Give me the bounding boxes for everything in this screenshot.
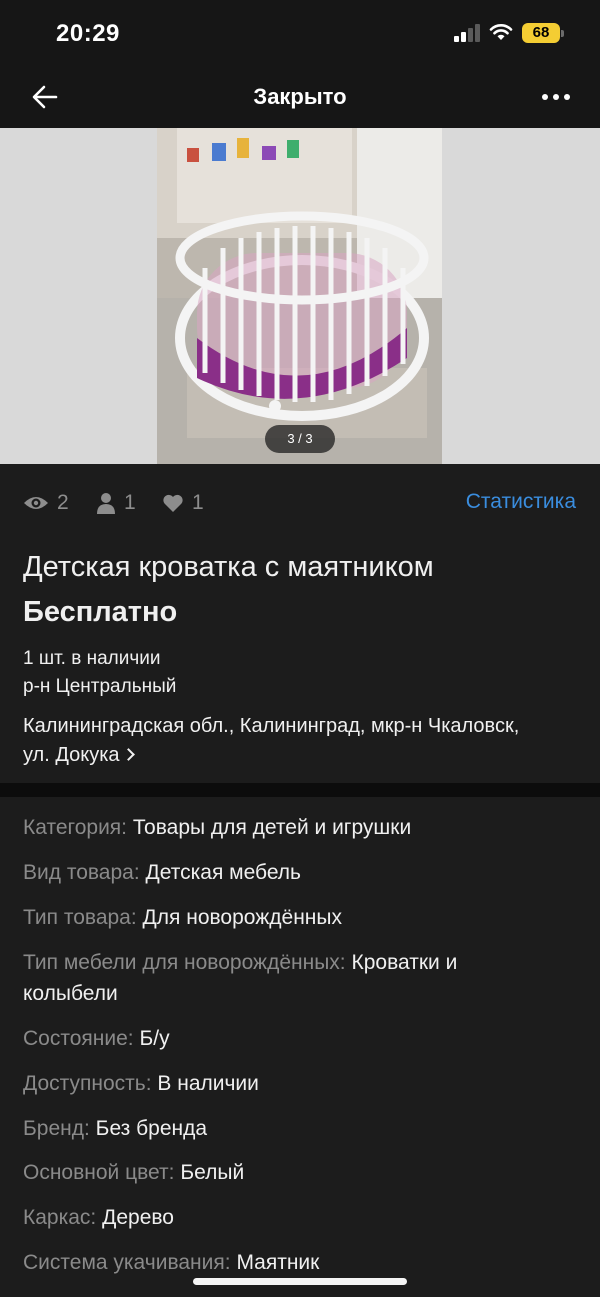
status-bar: 20:29 68	[0, 0, 600, 66]
spec-key: Тип товара:	[23, 906, 137, 929]
spec-value: Б/у	[139, 1027, 170, 1050]
spec-row-brand: Бренд: Без бренда	[23, 1113, 543, 1144]
spec-value: Дерево	[102, 1206, 174, 1229]
listing-info: Детская кроватка с маятником Бесплатно 1…	[0, 540, 600, 783]
listing-district: р-н Центральный	[23, 676, 177, 697]
favorites-stat: 1	[162, 491, 204, 515]
spec-value: Товары для детей и игрушки	[132, 816, 412, 839]
spec-row-category: Категория: Товары для детей и игрушки	[23, 812, 543, 843]
contacts-count: 1	[124, 491, 136, 514]
chevron-right-icon	[121, 748, 135, 761]
home-indicator	[193, 1278, 407, 1285]
person-icon	[97, 493, 115, 514]
spec-row-availability: Доступность: В наличии	[23, 1068, 543, 1099]
cellular-signal-icon	[454, 24, 484, 42]
spec-row-color: Основной цвет: Белый	[23, 1157, 543, 1188]
spec-key: Каркас:	[23, 1206, 97, 1229]
spec-row-furniture-type: Тип мебели для новорождённых: Кроватки и…	[23, 947, 543, 1009]
contacts-stat: 1	[96, 491, 136, 515]
spec-row-frame: Каркас: Дерево	[23, 1202, 543, 1233]
eye-icon	[24, 497, 48, 509]
spec-value: Маятник	[236, 1251, 320, 1274]
spec-value: В наличии	[157, 1072, 259, 1095]
spec-row-rocking-system: Система укачивания: Маятник	[23, 1247, 543, 1278]
page-title: Закрыто	[253, 84, 347, 109]
wifi-icon	[489, 24, 513, 40]
listing-quantity: 1 шт. в наличии	[23, 648, 161, 669]
spec-row-kind: Вид товара: Детская мебель	[23, 857, 543, 888]
section-divider	[0, 783, 600, 797]
spec-row-condition: Состояние: Б/у	[23, 1023, 543, 1054]
listing-address-link[interactable]: Калининградская обл., Калининград, мкр-н…	[23, 712, 543, 770]
heart-icon	[163, 494, 183, 512]
spec-key: Доступность:	[23, 1072, 152, 1095]
status-time: 20:29	[56, 20, 120, 47]
nav-bar: Закрыто	[0, 66, 600, 128]
listing-title: Детская кроватка с маятником	[23, 551, 434, 583]
spec-value: Без бренда	[95, 1117, 208, 1140]
spec-key: Категория:	[23, 816, 128, 839]
stats-row: 2 1 1 Статистика	[0, 464, 600, 540]
spec-value: Белый	[180, 1161, 245, 1184]
battery-icon: 68	[522, 23, 564, 43]
views-count: 2	[57, 491, 69, 514]
spec-key: Система укачивания:	[23, 1251, 231, 1274]
spec-key: Бренд:	[23, 1117, 90, 1140]
listing-photo[interactable]	[157, 128, 442, 464]
more-options-icon[interactable]	[536, 82, 576, 112]
address-text: Калининградская обл., Калининград, мкр-н…	[23, 715, 520, 766]
specs-list: Категория: Товары для детей и игрушки Ви…	[0, 797, 600, 1297]
listing-price: Бесплатно	[23, 596, 178, 628]
favorites-count: 1	[192, 491, 204, 514]
photo-gallery[interactable]: 3 / 3	[0, 128, 600, 464]
photo-counter: 3 / 3	[265, 425, 335, 453]
spec-value: Детская мебель	[145, 861, 302, 884]
spec-row-type: Тип товара: Для новорождённых	[23, 902, 543, 933]
spec-key: Состояние:	[23, 1027, 134, 1050]
spec-value: Для новорождённых	[142, 906, 342, 929]
spec-key: Тип мебели для новорождённых:	[23, 951, 346, 974]
views-stat: 2	[23, 491, 69, 515]
statistics-link[interactable]: Статистика	[466, 490, 576, 514]
spec-key: Основной цвет:	[23, 1161, 175, 1184]
spec-key: Вид товара:	[23, 861, 140, 884]
